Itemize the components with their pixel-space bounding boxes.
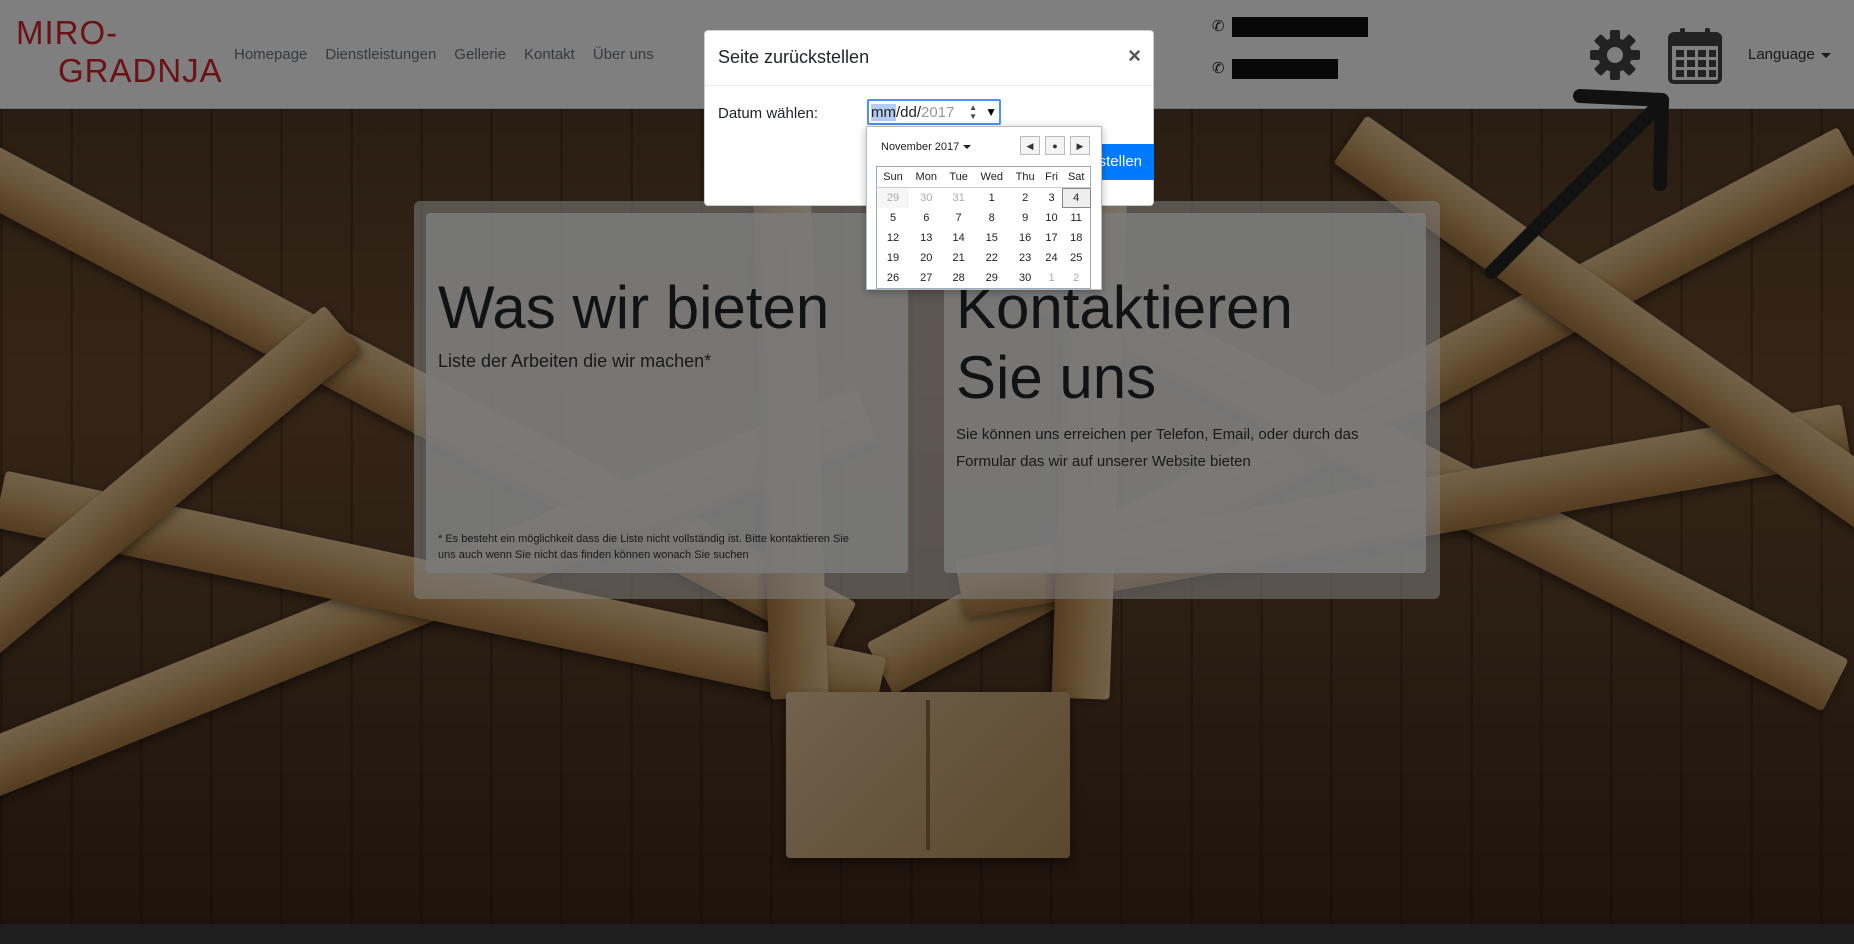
- weekday-header: Sat: [1062, 166, 1091, 188]
- calendar-day[interactable]: 23: [1010, 248, 1041, 268]
- caret-down-icon: [963, 145, 972, 150]
- calendar-day[interactable]: 26: [877, 268, 910, 289]
- calendar-day[interactable]: 30: [909, 188, 943, 209]
- calendar-day[interactable]: 24: [1041, 248, 1063, 268]
- calendar-day[interactable]: 21: [943, 248, 973, 268]
- calendar-week: 12 13 14 15 16 17 18: [877, 228, 1091, 248]
- date-month-segment[interactable]: mm: [871, 104, 896, 121]
- calendar-day[interactable]: 5: [877, 208, 910, 228]
- weekday-header: Tue: [943, 166, 974, 188]
- calendar-day[interactable]: 2: [1062, 268, 1090, 289]
- spinner-icon[interactable]: ▲ ▼: [969, 103, 977, 121]
- calendar-day[interactable]: 28: [943, 268, 973, 289]
- calendar-day[interactable]: 16: [1010, 228, 1041, 248]
- calendar-day[interactable]: 2: [1010, 188, 1041, 209]
- next-month-button[interactable]: ▶: [1070, 136, 1090, 155]
- calendar-day[interactable]: 14: [943, 228, 973, 248]
- calendar-day[interactable]: 10: [1041, 208, 1063, 228]
- month-year-selector[interactable]: November 2017: [881, 141, 972, 153]
- weekday-header: Mon: [909, 166, 944, 188]
- calendar-week: 26 27 28 29 30 1 2: [877, 268, 1091, 289]
- today-button[interactable]: ●: [1045, 136, 1065, 155]
- calendar-day[interactable]: 8: [974, 208, 1010, 228]
- weekday-header: Sun: [876, 166, 910, 188]
- date-year-segment[interactable]: 2017: [921, 104, 954, 121]
- weekday-header: Fri: [1040, 166, 1063, 188]
- datepicker-popup: November 2017 ◀ ● ▶ Sun Mon Tue Wed Thu …: [866, 126, 1102, 290]
- calendar-day[interactable]: 27: [909, 268, 943, 289]
- calendar-week: 29 30 31 1 2 3 4: [876, 187, 1091, 209]
- calendar-day[interactable]: 3: [1041, 188, 1063, 209]
- calendar-day[interactable]: 1: [1041, 268, 1063, 289]
- date-input-value[interactable]: mm/dd/2017: [871, 104, 954, 121]
- calendar-day[interactable]: 31: [943, 188, 973, 209]
- calendar-day[interactable]: 1: [974, 188, 1010, 209]
- dropdown-arrow-icon[interactable]: ▼: [985, 105, 997, 119]
- calendar-day[interactable]: 7: [943, 208, 973, 228]
- dialog-title: Seite zurückstellen: [718, 47, 870, 67]
- calendar-day[interactable]: 20: [909, 248, 943, 268]
- calendar-day[interactable]: 11: [1062, 208, 1090, 228]
- calendar-week: 19 20 21 22 23 24 25: [877, 248, 1091, 268]
- calendar-day-today[interactable]: 4: [1062, 187, 1091, 208]
- weekday-header: Thu: [1009, 166, 1041, 188]
- date-label: Datum wählen:: [718, 105, 819, 122]
- calendar-day[interactable]: 22: [974, 248, 1010, 268]
- weekday-row: Sun Mon Tue Wed Thu Fri Sat: [876, 166, 1091, 188]
- date-day-segment[interactable]: dd: [900, 104, 917, 121]
- calendar-body: 29 30 31 1 2 3 4 5 6 7 8 9 10 11 12 13 1…: [876, 187, 1091, 289]
- calendar-day[interactable]: 30: [1010, 268, 1041, 289]
- calendar-grid: Sun Mon Tue Wed Thu Fri Sat 29 30 31 1 2…: [876, 166, 1091, 289]
- calendar-day[interactable]: 9: [1010, 208, 1041, 228]
- calendar-day[interactable]: 29: [974, 268, 1010, 289]
- calendar-day[interactable]: 13: [909, 228, 943, 248]
- calendar-day[interactable]: 12: [877, 228, 910, 248]
- calendar-day[interactable]: 19: [877, 248, 910, 268]
- calendar-day[interactable]: 17: [1041, 228, 1063, 248]
- calendar-day[interactable]: 15: [974, 228, 1010, 248]
- calendar-day[interactable]: 6: [909, 208, 943, 228]
- calendar-day[interactable]: 25: [1062, 248, 1090, 268]
- calendar-day[interactable]: 18: [1062, 228, 1090, 248]
- weekday-header: Wed: [973, 166, 1010, 188]
- calendar-week: 5 6 7 8 9 10 11: [877, 208, 1091, 228]
- arrow-annotation: [1485, 89, 1669, 279]
- dialog-header: Seite zurückstellen ×: [705, 31, 1153, 86]
- prev-month-button[interactable]: ◀: [1020, 136, 1040, 155]
- close-icon[interactable]: ×: [1128, 43, 1141, 69]
- date-input[interactable]: mm/dd/2017 ▲ ▼ ▼: [867, 99, 1001, 125]
- calendar-day[interactable]: 29: [876, 187, 910, 208]
- month-label: November 2017: [881, 141, 960, 153]
